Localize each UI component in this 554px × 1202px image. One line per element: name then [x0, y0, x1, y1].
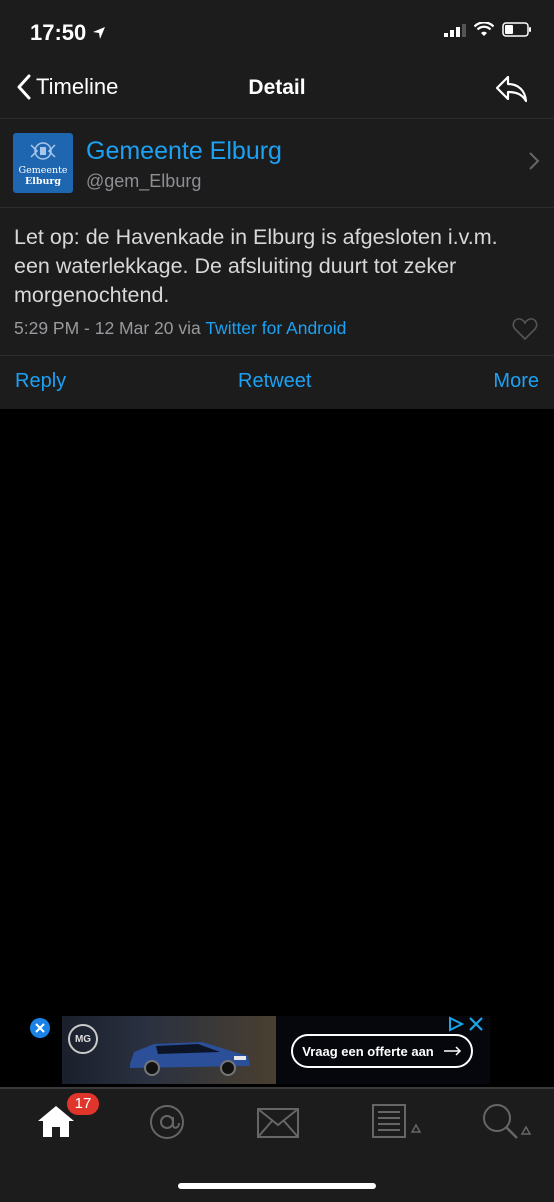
avatar-text-line1: Gemeente [18, 165, 68, 176]
status-time-label: 17:50 [30, 20, 87, 45]
tweet-actions: Reply Retweet More [0, 355, 554, 410]
adchoices-icon[interactable] [448, 1016, 464, 1032]
lists-icon [372, 1104, 422, 1138]
mentions-icon [150, 1105, 184, 1139]
tweet-meta: 5:29 PM - 12 Mar 20 via Twitter for Andr… [14, 318, 346, 339]
tweet-text: Let op: de Havenkade in Elburg is afgesl… [14, 225, 498, 307]
battery-icon [502, 22, 531, 37]
author-handle: @gem_Elburg [86, 171, 202, 191]
ad-cta-label: Vraag een offerte aan [302, 1043, 434, 1059]
tab-search[interactable] [482, 1103, 534, 1146]
avatar-text: Gemeente Elburg [13, 165, 73, 187]
tab-messages[interactable] [257, 1103, 299, 1144]
ad-cta-button[interactable]: Vraag een offerte aan [291, 1034, 473, 1068]
status-bar: 17:50 [0, 0, 554, 64]
more-button[interactable]: More [493, 370, 539, 393]
adchoices[interactable] [448, 1016, 484, 1032]
reply-arrow-icon [495, 75, 528, 103]
navigation-bar: Timeline Detail [0, 64, 554, 119]
heart-icon [512, 318, 538, 341]
location-arrow-icon [93, 27, 106, 39]
mg-logo: MG [68, 1024, 98, 1054]
close-icon [35, 1023, 45, 1033]
arrow-right-icon [443, 1046, 461, 1056]
wifi-icon [474, 22, 494, 36]
car-image [130, 1042, 250, 1076]
tweet-author-row[interactable]: Gemeente Elburg Gemeente Elburg @gem_Elb… [0, 119, 554, 208]
tweet-source-link[interactable]: Twitter for Android [205, 318, 346, 338]
ad-car-photo: MG [62, 1016, 276, 1084]
messages-icon [257, 1108, 299, 1138]
status-indicators [444, 22, 532, 37]
home-indicator [178, 1183, 376, 1189]
page-title: Detail [248, 76, 306, 99]
retweet-button[interactable]: Retweet [238, 370, 311, 393]
reply-button[interactable]: Reply [15, 370, 66, 393]
avatar-text-line2: Elburg [24, 176, 62, 187]
tweet-card: Gemeente Elburg Gemeente Elburg @gem_Elb… [0, 119, 554, 409]
like-button[interactable] [512, 317, 538, 346]
tweet-timestamp: 5:29 PM - 12 Mar 20 [14, 318, 174, 338]
ad-dismiss-icon[interactable] [468, 1016, 484, 1032]
avatar[interactable]: Gemeente Elburg [13, 133, 73, 193]
tab-mentions[interactable] [148, 1103, 186, 1146]
tab-lists[interactable] [372, 1103, 424, 1144]
reply-header-button[interactable] [494, 74, 528, 109]
author-display-name[interactable]: Gemeente Elburg [86, 137, 282, 166]
ad-close-button[interactable] [30, 1018, 50, 1038]
search-icon [483, 1104, 532, 1139]
ad-banner[interactable]: MG Vraag een offerte aan [62, 1016, 490, 1084]
tweet-via: via [178, 318, 201, 338]
status-time: 17:50 [30, 20, 106, 46]
cellular-signal-icon [444, 23, 466, 37]
municipality-crest-icon [30, 142, 56, 160]
notification-badge: 17 [67, 1093, 99, 1115]
chevron-right-icon[interactable] [528, 151, 540, 171]
